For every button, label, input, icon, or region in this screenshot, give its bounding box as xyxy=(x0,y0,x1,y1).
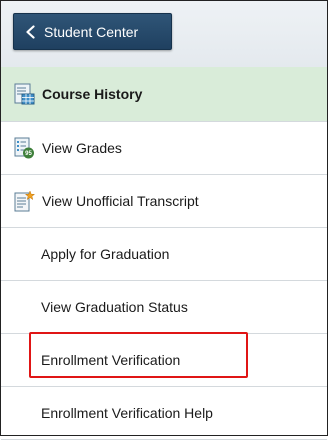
grades-badge-text: 95 xyxy=(25,151,32,157)
sidebar-item-view-grades[interactable]: 95 View Grades xyxy=(1,122,327,175)
sidebar-item-label: View Unofficial Transcript xyxy=(42,193,199,209)
sidebar-item-label: View Grades xyxy=(42,140,122,156)
sidebar-item-apply-for-graduation[interactable]: Apply for Graduation xyxy=(1,228,327,281)
sidebar-item-course-history[interactable]: Course History xyxy=(1,67,327,122)
back-button-label: Student Center xyxy=(44,23,139,40)
sidebar-item-label: Enrollment Verification Help xyxy=(41,405,213,421)
transcript-icon xyxy=(14,190,35,212)
sidebar-item-label: Apply for Graduation xyxy=(41,246,170,262)
chevron-left-icon xyxy=(26,24,35,39)
sidebar-item-label: Enrollment Verification xyxy=(41,352,181,368)
sidebar-item-view-unofficial-transcript[interactable]: View Unofficial Transcript xyxy=(1,175,327,228)
sidebar-item-enrollment-verification-help[interactable]: Enrollment Verification Help xyxy=(1,387,327,440)
navigation-panel: Student Center Course History 95 View Gr… xyxy=(0,0,328,440)
sidebar-item-enrollment-verification[interactable]: Enrollment Verification xyxy=(1,334,327,387)
grades-icon: 95 xyxy=(14,137,34,159)
student-center-back-button[interactable]: Student Center xyxy=(13,13,172,50)
course-history-icon xyxy=(14,83,35,105)
sidebar-item-label: Course History xyxy=(42,86,143,102)
sidebar-item-view-graduation-status[interactable]: View Graduation Status xyxy=(1,281,327,334)
sidebar-menu: Course History 95 View Grades View Unoff… xyxy=(1,67,327,440)
sidebar-item-label: View Graduation Status xyxy=(41,299,188,315)
header-bar: Student Center xyxy=(1,1,327,68)
